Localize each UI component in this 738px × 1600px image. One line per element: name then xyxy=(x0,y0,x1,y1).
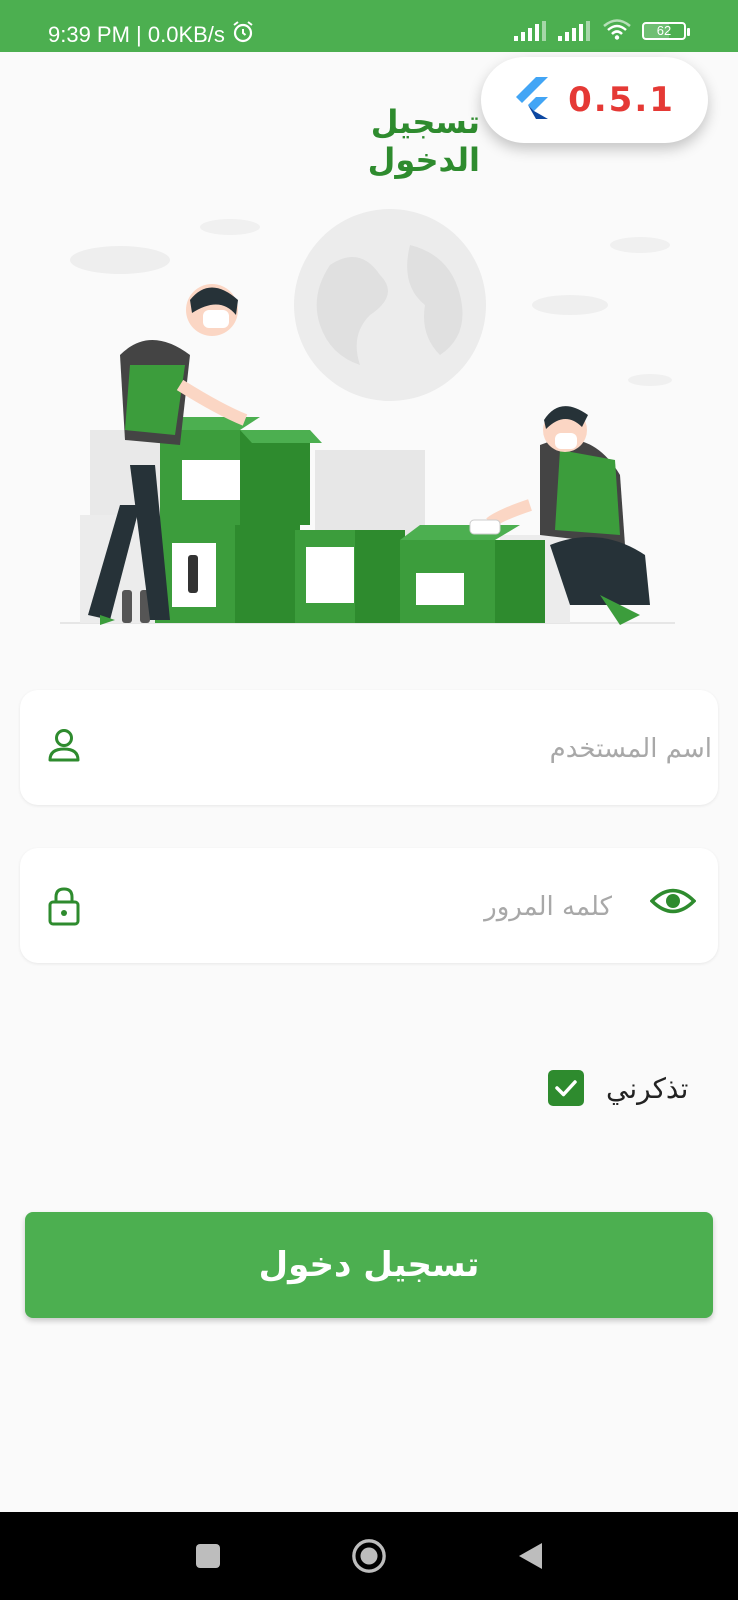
square-icon xyxy=(196,1544,220,1568)
flutter-version-badge[interactable]: 0.5.1 xyxy=(481,57,708,143)
battery-icon: 62 xyxy=(642,22,690,40)
flutter-version-text: 0.5.1 xyxy=(568,80,675,120)
username-field[interactable] xyxy=(20,690,718,807)
battery-level-text: 62 xyxy=(656,23,672,38)
alarm-icon xyxy=(231,20,255,50)
page-title: تسجيل الدخول xyxy=(367,103,480,179)
eye-icon[interactable] xyxy=(649,886,697,920)
signal-icon-2 xyxy=(558,21,592,41)
wifi-icon xyxy=(602,18,632,44)
password-input[interactable] xyxy=(120,848,614,965)
home-button[interactable] xyxy=(351,1538,387,1574)
remember-me-checkbox[interactable] xyxy=(548,1070,584,1106)
back-button[interactable] xyxy=(512,1538,548,1574)
check-icon xyxy=(555,1080,577,1097)
login-button[interactable]: تسجيل دخول xyxy=(25,1212,713,1318)
navigation-bar xyxy=(0,1512,738,1600)
volunteers-illustration xyxy=(60,205,690,645)
recent-apps-button[interactable] xyxy=(190,1538,226,1574)
flutter-logo-icon xyxy=(514,77,550,123)
username-input[interactable] xyxy=(120,690,714,807)
remember-me-row[interactable]: تذكرني xyxy=(548,1070,688,1106)
password-field[interactable] xyxy=(20,848,718,965)
status-time-speed: 9:39 PM | 0.0KB/s xyxy=(48,22,225,47)
status-left: 9:39 PM | 0.0KB/s xyxy=(48,20,255,50)
signal-icon xyxy=(514,21,548,41)
status-bar: 9:39 PM | 0.0KB/s 62 xyxy=(0,0,738,52)
home-circle-icon xyxy=(352,1539,386,1573)
back-triangle-icon xyxy=(519,1543,542,1569)
status-right: 62 xyxy=(514,18,690,44)
person-outline-icon xyxy=(48,728,80,766)
remember-me-label: تذكرني xyxy=(606,1071,689,1105)
lock-icon xyxy=(48,886,80,930)
